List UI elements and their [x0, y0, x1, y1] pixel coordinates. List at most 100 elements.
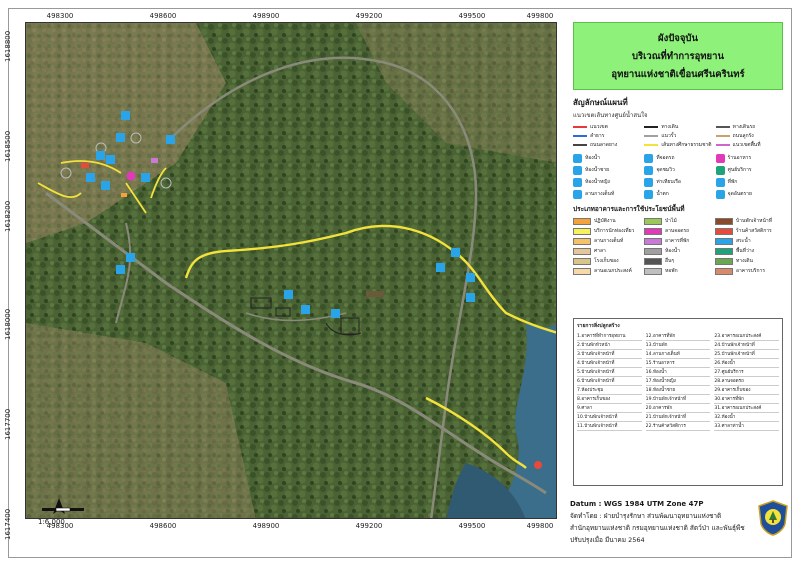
building-list-item: 26.ห้องน้ำ	[714, 359, 779, 368]
legend-line-label: เส้นทางศึกษาธรรมชาติ	[661, 142, 712, 148]
legend-icon-item: ห้องน้ำ	[573, 153, 640, 163]
building-list-item: 33.ศาลาท่าน้ำ	[714, 422, 779, 431]
landuse-swatch	[573, 247, 591, 255]
legend-icon-item: ห้องน้ำหญิง	[573, 177, 640, 187]
restaurant-icon[interactable]	[126, 171, 136, 181]
facility-icon[interactable]	[141, 173, 150, 182]
x-tick: 499500	[458, 522, 486, 530]
landuse-label: สระน้ำ	[736, 238, 751, 244]
landuse-swatch	[644, 227, 662, 235]
building-list-item: 1.อาคารที่ทำการอุทยาน	[577, 332, 642, 341]
landuse-swatch	[573, 257, 591, 265]
landuse-item: ห้องน้ำ	[644, 247, 712, 255]
map-title-line1: ผังปัจจุบัน	[658, 32, 698, 44]
building-list-item: 32.ห้องน้ำ	[714, 413, 779, 422]
legend-icon-item: จุดอันตราย	[715, 189, 783, 199]
landuse-item: ทางเดิน	[715, 257, 783, 265]
legend-icon-item: ห้องน้ำชาย	[573, 165, 640, 175]
landuse-item: ลานอเนกประสงค์	[573, 267, 641, 275]
landuse-swatch	[644, 267, 662, 275]
legend-line-label: ถนนลาดยาง	[590, 142, 618, 148]
line-swatch	[573, 126, 587, 128]
legend-line-label: ถนนลูกรัง	[732, 133, 754, 139]
legend-line-item: ถนนลูกรัง	[715, 132, 783, 140]
legend-line-item: เส้นทางศึกษาธรรมชาติ	[644, 141, 712, 149]
landuse-item: ปฏิบัติงาน	[573, 217, 641, 225]
facility-icon[interactable]	[86, 173, 95, 182]
landuse-swatch	[715, 257, 733, 265]
landuse-label: ทางเดิน	[736, 258, 753, 264]
legend-icon-label: ท่าเทียบเรือ	[656, 179, 681, 185]
x-tick: 499800	[526, 12, 554, 20]
facility-icon[interactable]	[106, 155, 115, 164]
landuse-label: ลานจอดรถ	[665, 228, 690, 234]
x-tick: 499200	[355, 522, 383, 530]
building-list-item: 3.บ้านพักเจ้าหน้าที่	[577, 350, 642, 359]
line-swatch	[573, 144, 587, 146]
legend-icon-item: ท่าเทียบเรือ	[644, 177, 711, 187]
y-tick: 1618500	[4, 130, 12, 162]
landuse-item: ลานกางเต็นท์	[573, 237, 641, 245]
legend-icon-item: ที่จอดรถ	[644, 153, 711, 163]
building-list-item: 14.ลานกางเต็นท์	[645, 350, 711, 359]
facility-icon[interactable]	[301, 305, 310, 314]
building-list-item: 29.อาคารเก็บของ	[714, 386, 779, 395]
map-frame[interactable]	[25, 22, 557, 519]
landuse-item: สระน้ำ	[715, 237, 783, 245]
hazard-icon[interactable]	[534, 461, 542, 469]
facility-icon[interactable]	[121, 111, 130, 120]
facility-icon[interactable]	[166, 135, 175, 144]
x-tick: 499200	[355, 12, 383, 20]
scale-ratio: 1:6,000	[38, 518, 65, 526]
line-swatch	[715, 135, 730, 137]
building-list: 1.อาคารที่ทำการอุทยาน 12.อาคารที่พัก 23.อา…	[577, 332, 779, 431]
legend-line-item: แนวเขต	[573, 123, 640, 131]
building-list-item: 27.ศูนย์บริการ	[714, 368, 779, 377]
landuse-item: อาคารที่พัก	[644, 237, 712, 245]
facility-icon[interactable]	[116, 133, 125, 142]
facility-icon[interactable]	[466, 273, 475, 282]
facility-icon[interactable]	[466, 293, 475, 302]
facility-icon[interactable]	[101, 181, 110, 190]
landuse-item: ป่าไม้	[644, 217, 712, 225]
legend-icon-item: ที่พัก	[715, 177, 783, 187]
building-list-item: 2.บ้านพักหัวหน้า	[577, 341, 642, 350]
facility-icon[interactable]	[436, 263, 445, 272]
y-tick: 1618800	[4, 30, 12, 62]
landuse-item: ร้านค้าสวัสดิการ	[715, 227, 783, 235]
landuse-label: ร้านค้าสวัสดิการ	[736, 228, 772, 234]
satellite-map[interactable]	[26, 23, 557, 519]
building-list-item: 5.บ้านพักเจ้าหน้าที่	[577, 368, 642, 377]
landuse-item: พื้นที่ว่าง	[715, 247, 783, 255]
building-list-item: 20.อาคารพัก	[645, 404, 711, 413]
facility-icon[interactable]	[96, 151, 105, 160]
building-list-item: 9.ศาลา	[577, 404, 642, 413]
y-tick: 1617700	[4, 408, 12, 440]
building-list-item: 23.อาคารอเนกประสงค์	[714, 332, 779, 341]
legend-icon-label: น้ำตก	[656, 191, 669, 197]
legend-line-item: ถนนลาดยาง	[573, 141, 640, 149]
legend-icon-label: ห้องน้ำ	[585, 155, 600, 161]
legend-icon-label: ที่จอดรถ	[656, 155, 675, 161]
facility-icon[interactable]	[126, 253, 135, 262]
x-tick: 498600	[149, 12, 177, 20]
landuse-item: ศาลา	[573, 247, 641, 255]
map-info: Datum : WGS 1984 UTM Zone 47P จัดทำโดย :…	[570, 498, 760, 546]
building-list-item: 12.อาคารที่พัก	[645, 332, 711, 341]
building-list-item: 11.บ้านพักเจ้าหน้าที่	[577, 422, 642, 431]
facility-icon[interactable]	[284, 290, 293, 299]
facility-icon	[644, 177, 654, 187]
landuse-label: ลานกางเต็นท์	[594, 238, 624, 244]
datum-text: Datum : WGS 1984 UTM Zone 47P	[570, 500, 704, 508]
facility-icon	[715, 165, 725, 175]
building-list-item: 25.บ้านพักเจ้าหน้าที่	[714, 350, 779, 359]
facility-icon	[573, 189, 582, 199]
facility-icon	[715, 177, 725, 187]
facility-icon	[573, 165, 582, 175]
parking-icon[interactable]	[116, 265, 125, 274]
facility-icon[interactable]	[331, 309, 340, 318]
building-list-item: 16.ห้องน้ำ	[645, 368, 711, 377]
facility-icon[interactable]	[451, 248, 460, 257]
y-tick: 1617400	[4, 508, 12, 540]
legend-icon-label: ร้านอาหาร	[727, 155, 752, 161]
